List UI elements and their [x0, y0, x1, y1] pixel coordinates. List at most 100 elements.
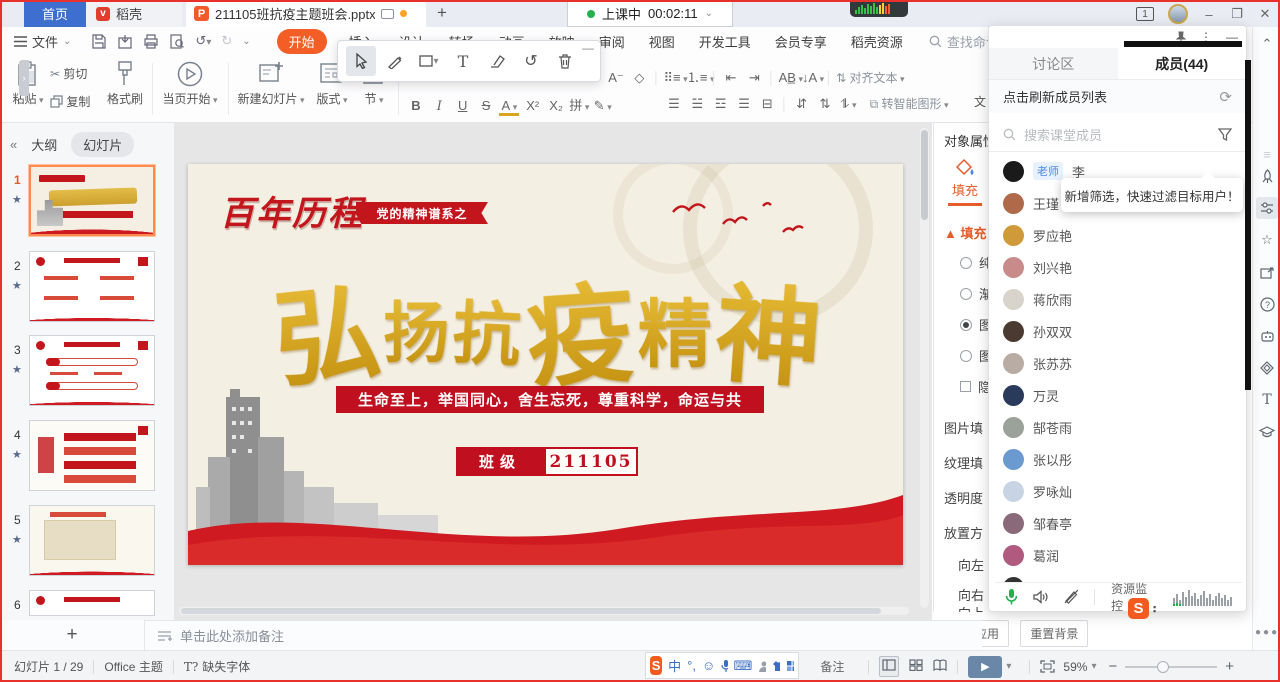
notes-bar[interactable]: 单击此处添加备注	[145, 620, 982, 650]
slide-series-banner[interactable]: 党的精神谱系之	[356, 202, 488, 224]
slide-era-title[interactable]: 百年历程	[220, 186, 364, 235]
ime-emoji-button[interactable]: ☺	[702, 658, 715, 673]
ime-keyboard-icon[interactable]: ⌨	[734, 658, 753, 674]
bullets-button[interactable]: ⠿≡	[664, 70, 684, 86]
animation-star-icon[interactable]: ★	[12, 533, 22, 546]
member-row[interactable]: 罗咏灿	[1003, 478, 1223, 504]
sogou-logo-icon[interactable]: S	[650, 656, 662, 675]
close-button[interactable]: ✕	[1258, 6, 1272, 22]
slide-main-title[interactable]: 弘 扬 抗 疫 精 神	[248, 250, 848, 406]
share-panel-icon[interactable]	[1256, 261, 1278, 283]
line-spacing-up-button[interactable]: ⇵	[792, 96, 812, 112]
slide-thumbnail-4[interactable]	[29, 420, 155, 491]
zoom-percent[interactable]: 59%	[1063, 660, 1087, 674]
minimize-button[interactable]: –	[1202, 7, 1216, 22]
rail-more-options-icon[interactable]: ●●●	[1255, 627, 1279, 638]
character-spacing-button[interactable]: AB̲	[779, 70, 799, 85]
animation-star-icon[interactable]: ★	[12, 279, 22, 292]
slide-thumbnail-6[interactable]	[29, 590, 155, 616]
smart-graphic-button[interactable]: ⧉ 转智能图形	[870, 97, 949, 111]
distribute-button[interactable]: ⊟	[757, 96, 777, 112]
normal-view-button[interactable]	[879, 656, 899, 677]
restore-button[interactable]: ❐	[1230, 6, 1244, 22]
member-row[interactable]: 张苏苏	[1003, 350, 1223, 376]
ime-profile-icon[interactable]	[758, 660, 766, 672]
print-icon[interactable]	[143, 34, 159, 49]
sogou-ime-badge[interactable]: S ▪▪	[1128, 598, 1156, 619]
text-tool-rail-icon[interactable]: T	[1256, 389, 1278, 411]
annotation-disabled-icon[interactable]	[1064, 589, 1078, 604]
fill-section-header[interactable]: ▲ 填充	[944, 223, 987, 242]
refresh-member-list[interactable]: 点击刷新成员列表 ⟳	[989, 80, 1246, 113]
underline-button[interactable]: U	[453, 98, 473, 113]
ime-toolbox-icon[interactable]	[786, 660, 794, 672]
file-menu[interactable]: 文件 ⌄	[0, 32, 81, 51]
member-row[interactable]: 万灵	[1003, 382, 1223, 408]
ime-skin-icon[interactable]	[772, 660, 780, 672]
copy-button[interactable]: 复制	[50, 93, 90, 110]
line-spacing-button[interactable]: ⥮	[838, 96, 858, 112]
rocket-quick-tools-icon[interactable]	[1256, 165, 1278, 187]
slide-1-canvas[interactable]: 百年历程 党的精神谱系之 弘 扬 抗 疫 精 神 生命至上，举国同心，舍生忘死，…	[188, 164, 903, 565]
member-row[interactable]: 刘兴艳	[1003, 254, 1223, 280]
fit-to-window-icon[interactable]	[1040, 660, 1055, 673]
new-tab-button[interactable]: +	[432, 3, 452, 23]
highlighter-button[interactable]: ✎	[593, 98, 613, 114]
collapse-panel-button[interactable]: «	[10, 137, 17, 152]
print-preview-icon[interactable]	[169, 34, 185, 49]
notes-toggle-button[interactable]: 备注	[820, 658, 844, 675]
zoom-in-button[interactable]: +	[1225, 658, 1234, 675]
clear-format-button[interactable]: ◇	[629, 70, 649, 86]
horizontal-scrollbar[interactable]	[179, 607, 909, 615]
clear-annotation-tool[interactable]	[550, 46, 580, 76]
tab-members[interactable]: 成员(44)	[1118, 48, 1247, 79]
export-icon[interactable]	[117, 34, 133, 49]
animation-star-icon[interactable]: ★	[12, 448, 22, 461]
window-count-icon[interactable]: 1	[1136, 7, 1154, 21]
slide-class-box[interactable]: 班级 211105	[456, 447, 638, 476]
align-center-button[interactable]: ☱	[687, 96, 707, 112]
animation-star-icon[interactable]: ★	[12, 363, 22, 376]
member-list[interactable]: 老师 李 王瑾 罗应艳 刘兴艳 蒋欣雨 孙双双 张苏苏 万灵 郜苍雨 张以彤 罗…	[989, 152, 1246, 582]
eraser-tool[interactable]	[482, 46, 512, 76]
animation-star-icon[interactable]: ★	[12, 193, 22, 206]
tab-slides[interactable]: 幻灯片	[71, 132, 134, 157]
tab-docer[interactable]: v 稻壳	[86, 0, 182, 27]
slideshow-play-button[interactable]: ▶	[968, 656, 1002, 678]
zoom-out-button[interactable]: −	[1108, 658, 1117, 675]
add-slide-button[interactable]: +	[0, 620, 145, 650]
filter-funnel-icon[interactable]	[1218, 128, 1232, 141]
favorites-star-icon[interactable]: ☆	[1256, 229, 1278, 251]
member-row[interactable]: 葛润	[1003, 542, 1223, 568]
speaker-icon[interactable]	[1033, 590, 1048, 604]
object-properties-rail-icon[interactable]	[1256, 197, 1278, 219]
cut-button[interactable]: ✂ 剪切	[50, 65, 87, 82]
pen-tool[interactable]	[380, 46, 410, 76]
text-tool-partial[interactable]: 文	[974, 93, 986, 110]
vertical-scrollbar[interactable]	[920, 128, 929, 608]
ime-punctuation-toggle[interactable]: °,	[687, 658, 696, 673]
class-session-timer[interactable]: 上课中 00:02:11 ⌄	[567, 0, 733, 27]
reading-view-button[interactable]	[933, 659, 947, 674]
align-right-button[interactable]: ☲	[711, 96, 731, 112]
play-options-chevron-icon[interactable]: ▾	[1006, 661, 1011, 672]
italic-button[interactable]: I	[429, 99, 449, 114]
undo-button[interactable]: ↺▾	[195, 33, 211, 49]
align-text-button[interactable]: ⇅ 对齐文本	[836, 71, 904, 85]
play-from-current-button[interactable]: 当页开始	[158, 61, 222, 107]
save-icon[interactable]	[91, 34, 107, 49]
assistant-robot-icon[interactable]	[1256, 325, 1278, 347]
microphone-icon[interactable]	[1005, 588, 1017, 605]
training-cap-icon[interactable]	[1256, 421, 1278, 443]
theme-name[interactable]: Office 主题	[104, 658, 162, 675]
text-tool[interactable]: T	[448, 46, 478, 76]
editing-canvas[interactable]: 百年历程 党的精神谱系之 弘 扬 抗 疫 精 神 生命至上，举国同心，舍生忘死，…	[175, 123, 932, 620]
member-row[interactable]: 郜苍雨	[1003, 414, 1223, 440]
slide-thumbnail-1[interactable]	[29, 165, 155, 236]
member-row[interactable]: 孙双双	[1003, 318, 1223, 344]
member-row[interactable]: 罗应艳	[1003, 222, 1223, 248]
decrease-indent-button[interactable]: ⇤	[721, 70, 741, 86]
line-spacing-down-button[interactable]: ⇅	[815, 96, 835, 112]
ime-mic-icon[interactable]	[721, 659, 727, 673]
tab-outline[interactable]: 大纲	[31, 135, 57, 154]
